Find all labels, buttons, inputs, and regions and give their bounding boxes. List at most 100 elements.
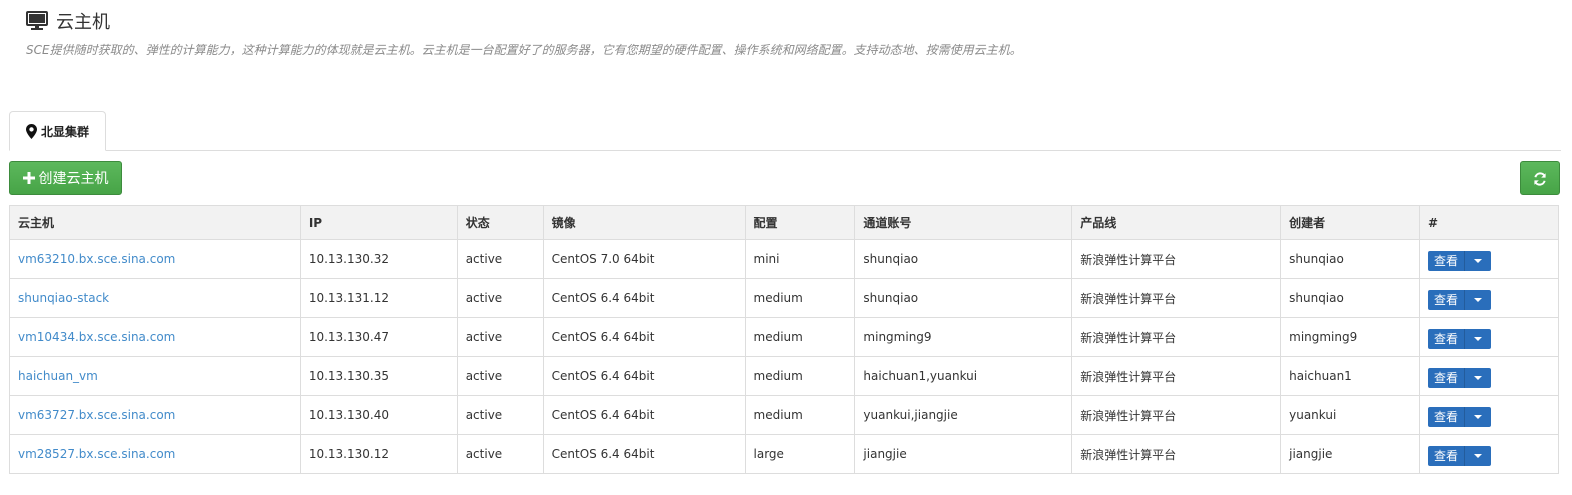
- vm-creator: haichuan1: [1280, 356, 1421, 396]
- vm-ip: 10.13.130.12: [299, 434, 458, 474]
- action-button-group: 查看: [1428, 250, 1492, 271]
- vm-ip: 10.13.130.47: [299, 317, 458, 357]
- vm-creator: shunqiao: [1280, 239, 1421, 279]
- action-button-group: 查看: [1428, 328, 1492, 349]
- page: 云主机 SCE提供随时获取的、弹性的计算能力，这种计算能力的体现就是云主机。云主…: [0, 0, 1572, 495]
- vm-image: CentOS 6.4 64bit: [542, 317, 746, 357]
- view-button[interactable]: 查看: [1428, 445, 1466, 466]
- vm-name-link[interactable]: vm63727.bx.sce.sina.com: [18, 408, 175, 422]
- monitor-icon: [26, 11, 48, 31]
- table-header-row: 云主机 IP 状态 镜像 配置 通道账号 产品线 创建者 #: [9, 205, 1559, 240]
- vm-account: shunqiao: [854, 278, 1073, 318]
- vm-account: mingming9: [854, 317, 1073, 357]
- action-button-group: 查看: [1428, 289, 1492, 310]
- vm-product: 新浪弹性计算平台: [1071, 395, 1282, 435]
- vm-product: 新浪弹性计算平台: [1071, 239, 1282, 279]
- table-row: vm63727.bx.sce.sina.com 10.13.130.40 act…: [9, 395, 1559, 435]
- vm-flavor: medium: [744, 278, 856, 318]
- vm-ip: 10.13.131.12: [299, 278, 458, 318]
- vm-name-link[interactable]: vm63210.bx.sce.sina.com: [18, 252, 175, 266]
- caret-down-icon: [1474, 453, 1483, 458]
- create-vm-button[interactable]: 创建云主机: [9, 161, 122, 195]
- vm-status: active: [456, 356, 544, 396]
- table-row: shunqiao-stack 10.13.131.12 active CentO…: [9, 278, 1559, 318]
- vm-creator: jiangjie: [1280, 434, 1421, 474]
- view-button[interactable]: 查看: [1428, 328, 1466, 349]
- view-button[interactable]: 查看: [1428, 367, 1466, 388]
- refresh-button[interactable]: [1520, 161, 1560, 195]
- dropdown-toggle[interactable]: [1465, 445, 1492, 466]
- column-header-flavor: 配置: [744, 205, 856, 240]
- vm-flavor: large: [744, 434, 856, 474]
- caret-down-icon: [1474, 336, 1483, 341]
- vm-name-link[interactable]: shunqiao-stack: [18, 291, 109, 305]
- refresh-icon: [1533, 171, 1547, 186]
- vm-image: CentOS 6.4 64bit: [542, 395, 746, 435]
- vm-image: CentOS 6.4 64bit: [542, 278, 746, 318]
- table-row: haichuan_vm 10.13.130.35 active CentOS 6…: [9, 356, 1559, 396]
- vm-status: active: [456, 395, 544, 435]
- create-vm-label: 创建云主机: [38, 171, 109, 187]
- action-button-group: 查看: [1428, 367, 1492, 388]
- vm-account: jiangjie: [854, 434, 1073, 474]
- vm-name-link[interactable]: vm10434.bx.sce.sina.com: [18, 330, 175, 344]
- vm-account: haichuan1,yuankui: [854, 356, 1073, 396]
- table-row: vm10434.bx.sce.sina.com 10.13.130.47 act…: [9, 317, 1559, 357]
- page-description: SCE提供随时获取的、弹性的计算能力，这种计算能力的体现就是云主机。云主机是一台…: [26, 43, 1022, 57]
- dropdown-toggle[interactable]: [1465, 367, 1492, 388]
- vm-ip: 10.13.130.32: [299, 239, 458, 279]
- column-header-account: 通道账号: [854, 205, 1073, 240]
- vm-status: active: [456, 239, 544, 279]
- vm-status: active: [456, 434, 544, 474]
- vm-creator: mingming9: [1280, 317, 1421, 357]
- column-header-product: 产品线: [1071, 205, 1282, 240]
- plus-icon: [22, 172, 35, 184]
- column-header-actions: #: [1419, 205, 1559, 240]
- vm-image: CentOS 6.4 64bit: [542, 434, 746, 474]
- dropdown-toggle[interactable]: [1465, 289, 1492, 310]
- view-button[interactable]: 查看: [1428, 250, 1466, 271]
- column-header-image: 镜像: [542, 205, 746, 240]
- vm-table: 云主机 IP 状态 镜像 配置 通道账号 产品线 创建者 # vm63210.b…: [9, 205, 1559, 474]
- column-header-status: 状态: [456, 205, 544, 240]
- dropdown-toggle[interactable]: [1465, 250, 1492, 271]
- vm-flavor: medium: [744, 395, 856, 435]
- column-header-ip: IP: [299, 205, 458, 240]
- vm-image: CentOS 7.0 64bit: [542, 239, 746, 279]
- vm-flavor: mini: [744, 239, 856, 279]
- page-header: 云主机: [26, 6, 110, 36]
- vm-flavor: medium: [744, 356, 856, 396]
- vm-status: active: [456, 317, 544, 357]
- table-row: vm63210.bx.sce.sina.com 10.13.130.32 act…: [9, 239, 1559, 279]
- vm-status: active: [456, 278, 544, 318]
- caret-down-icon: [1474, 297, 1483, 302]
- view-button[interactable]: 查看: [1428, 289, 1466, 310]
- caret-down-icon: [1474, 258, 1483, 263]
- dropdown-toggle[interactable]: [1465, 328, 1492, 349]
- vm-account: yuankui,jiangjie: [854, 395, 1073, 435]
- vm-product: 新浪弹性计算平台: [1071, 356, 1282, 396]
- tab-label: 北显集群: [41, 124, 90, 139]
- vm-account: shunqiao: [854, 239, 1073, 279]
- column-header-vm: 云主机: [9, 205, 301, 240]
- page-title: 云主机: [56, 12, 110, 33]
- caret-down-icon: [1474, 414, 1483, 419]
- map-marker-icon: [26, 123, 37, 139]
- vm-name-link[interactable]: vm28527.bx.sce.sina.com: [18, 447, 175, 461]
- column-header-creator: 创建者: [1280, 205, 1421, 240]
- action-button-group: 查看: [1428, 445, 1492, 466]
- vm-creator: yuankui: [1280, 395, 1421, 435]
- dropdown-toggle[interactable]: [1465, 406, 1492, 427]
- cluster-tabs: 北显集群: [9, 111, 1561, 151]
- table-row: vm28527.bx.sce.sina.com 10.13.130.12 act…: [9, 434, 1559, 474]
- vm-creator: shunqiao: [1280, 278, 1421, 318]
- vm-product: 新浪弹性计算平台: [1071, 434, 1282, 474]
- vm-ip: 10.13.130.35: [299, 356, 458, 396]
- vm-name-link[interactable]: haichuan_vm: [18, 369, 98, 383]
- vm-ip: 10.13.130.40: [299, 395, 458, 435]
- tab-cluster[interactable]: 北显集群: [9, 111, 106, 151]
- vm-product: 新浪弹性计算平台: [1071, 278, 1282, 318]
- vm-flavor: medium: [744, 317, 856, 357]
- view-button[interactable]: 查看: [1428, 406, 1466, 427]
- vm-image: CentOS 6.4 64bit: [542, 356, 746, 396]
